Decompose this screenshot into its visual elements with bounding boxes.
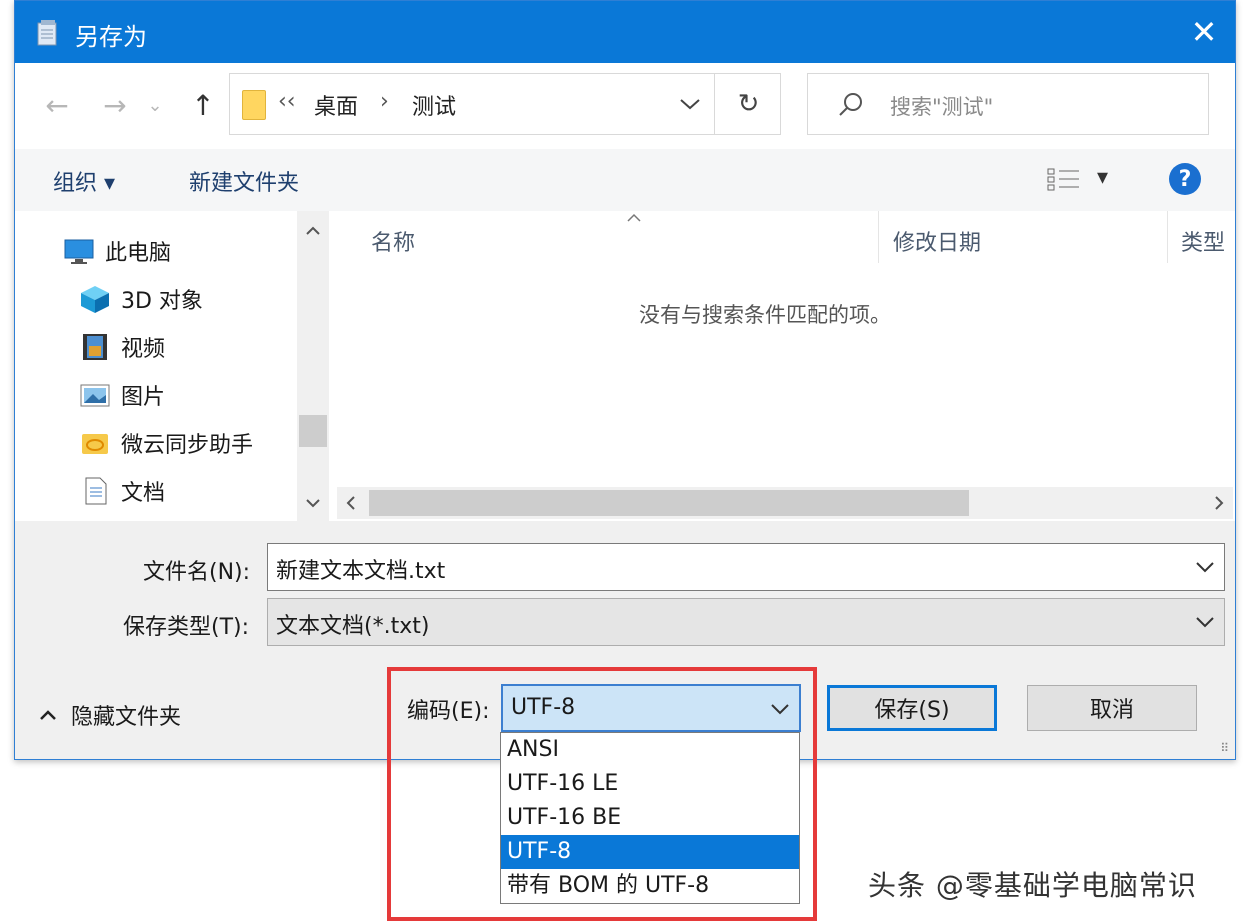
- chevron-down-icon: [680, 99, 700, 110]
- hide-folders-label: 隐藏文件夹: [71, 705, 182, 730]
- arrow-right-icon: →: [103, 88, 127, 122]
- watermark-text: 头条 @零基础学电脑常识: [868, 869, 1197, 902]
- tree-item-weiyun[interactable]: 微云同步助手: [79, 423, 253, 463]
- back-button[interactable]: ←: [37, 87, 77, 123]
- horizontal-scroll-thumb[interactable]: [369, 490, 969, 516]
- browser-pane: 此电脑 3D 对象 视频 图片 微云同步助手 文档 名称 修改日期 类型 没有与…: [15, 211, 1235, 521]
- tree-item-pictures[interactable]: 图片: [79, 375, 165, 415]
- navigation-bar: ← → ⌄ ↑ ‹‹ 桌面 › 测试 ↻ 搜索"测试": [15, 63, 1235, 149]
- arrow-left-icon: ←: [45, 88, 69, 122]
- chevron-down-icon[interactable]: [1192, 554, 1218, 580]
- chevron-left-icon[interactable]: [345, 495, 357, 511]
- documents-icon: [85, 477, 107, 505]
- window-title: 另存为: [75, 23, 147, 51]
- refresh-icon: ↻: [737, 89, 760, 119]
- tree-item-label: 文档: [121, 481, 166, 506]
- cancel-button[interactable]: 取消: [1027, 685, 1197, 731]
- column-divider[interactable]: [1167, 211, 1168, 263]
- video-icon: [83, 334, 107, 360]
- column-header-type[interactable]: 类型: [1181, 225, 1225, 257]
- search-box[interactable]: 搜索"测试": [807, 73, 1209, 135]
- tree-item-label: 图片: [121, 385, 166, 410]
- tree-item-videos[interactable]: 视频: [79, 327, 165, 367]
- search-placeholder[interactable]: 搜索"测试": [890, 91, 993, 121]
- annotation-highlight-box: [387, 667, 817, 921]
- file-list: 名称 修改日期 类型 没有与搜索条件匹配的项。: [329, 211, 1235, 521]
- breadcrumb-test[interactable]: 测试: [412, 89, 456, 121]
- help-button[interactable]: ?: [1169, 163, 1201, 195]
- save-type-label: 保存类型(T):: [123, 615, 250, 640]
- column-header-name[interactable]: 名称: [371, 225, 415, 257]
- chevron-down-icon: ⌄: [147, 94, 163, 116]
- folder-icon: [242, 90, 266, 120]
- scroll-down-arrow[interactable]: [297, 487, 329, 519]
- arrow-up-icon: ↑: [191, 88, 215, 122]
- title-bar: 另存为 ✕: [15, 1, 1235, 63]
- hide-folders-toggle[interactable]: 隐藏文件夹: [39, 699, 181, 731]
- computer-icon: [64, 239, 94, 264]
- chevron-up-icon: [306, 226, 320, 235]
- tree-item-3d-objects[interactable]: 3D 对象: [79, 279, 203, 319]
- scroll-up-arrow[interactable]: [297, 215, 329, 247]
- tree-item-this-pc[interactable]: 此电脑: [63, 231, 171, 271]
- help-icon: ?: [1178, 166, 1192, 192]
- address-overflow[interactable]: ‹‹: [278, 89, 296, 114]
- chevron-up-icon: [40, 710, 56, 720]
- search-icon: [839, 93, 862, 116]
- filename-value[interactable]: 新建文本文档.txt: [276, 553, 445, 585]
- chevron-down-icon: [306, 499, 320, 508]
- save-type-value: 文本文档(*.txt): [276, 614, 430, 639]
- view-dropdown-button[interactable]: ▾: [1097, 165, 1108, 190]
- refresh-button[interactable]: ↻: [714, 74, 782, 134]
- save-as-dialog: 另存为 ✕ ← → ⌄ ↑ ‹‹ 桌面 › 测试 ↻ 搜索"测试" 组织 ▾ 新…: [14, 0, 1236, 760]
- tree-item-label: 此电脑: [105, 241, 172, 266]
- weiyun-icon: [82, 434, 108, 454]
- filename-label: 文件名(N):: [143, 560, 251, 585]
- save-button[interactable]: 保存(S): [827, 685, 997, 731]
- new-folder-button[interactable]: 新建文件夹: [189, 165, 299, 197]
- close-button[interactable]: ✕: [1173, 1, 1235, 63]
- 3d-objects-icon: [81, 286, 109, 313]
- sort-ascending-icon: [627, 213, 641, 222]
- address-dropdown-button[interactable]: [670, 86, 710, 122]
- horizontal-scrollbar[interactable]: [337, 487, 1233, 519]
- tree-scrollbar[interactable]: [297, 211, 329, 521]
- tree-item-documents[interactable]: 文档: [79, 471, 165, 511]
- resize-grip-icon[interactable]: ⠿: [1220, 741, 1229, 755]
- close-icon: ✕: [1190, 13, 1218, 51]
- pictures-icon: [80, 384, 110, 407]
- organize-button[interactable]: 组织 ▾: [53, 165, 115, 197]
- address-bar[interactable]: ‹‹ 桌面 › 测试 ↻: [229, 73, 781, 135]
- save-button-label: 保存(S): [874, 698, 950, 723]
- notepad-icon: [37, 20, 57, 46]
- forward-button[interactable]: →: [95, 87, 135, 123]
- save-type-select[interactable]: 文本文档(*.txt): [267, 598, 1225, 646]
- up-button[interactable]: ↑: [183, 87, 223, 123]
- empty-results-message: 没有与搜索条件匹配的项。: [639, 303, 891, 327]
- tree-item-label: 微云同步助手: [121, 433, 254, 458]
- breadcrumb-desktop[interactable]: 桌面: [314, 89, 358, 121]
- cancel-button-label: 取消: [1089, 698, 1134, 723]
- navigation-tree: 此电脑 3D 对象 视频 图片 微云同步助手 文档: [15, 211, 297, 521]
- tree-item-label: 3D 对象: [121, 289, 203, 314]
- chevron-down-icon: [1196, 617, 1214, 628]
- column-divider[interactable]: [878, 211, 879, 263]
- column-header-modified[interactable]: 修改日期: [893, 225, 981, 257]
- command-bar: 组织 ▾ 新建文件夹 ▾ ?: [15, 149, 1235, 211]
- tree-scroll-thumb[interactable]: [299, 415, 327, 447]
- filename-field[interactable]: 新建文本文档.txt: [267, 543, 1225, 591]
- tree-item-label: 视频: [121, 337, 166, 362]
- view-options-icon[interactable]: [1047, 167, 1081, 193]
- breadcrumb-separator[interactable]: ›: [380, 89, 389, 114]
- recent-locations-button[interactable]: ⌄: [141, 87, 169, 123]
- chevron-right-icon[interactable]: [1213, 495, 1225, 511]
